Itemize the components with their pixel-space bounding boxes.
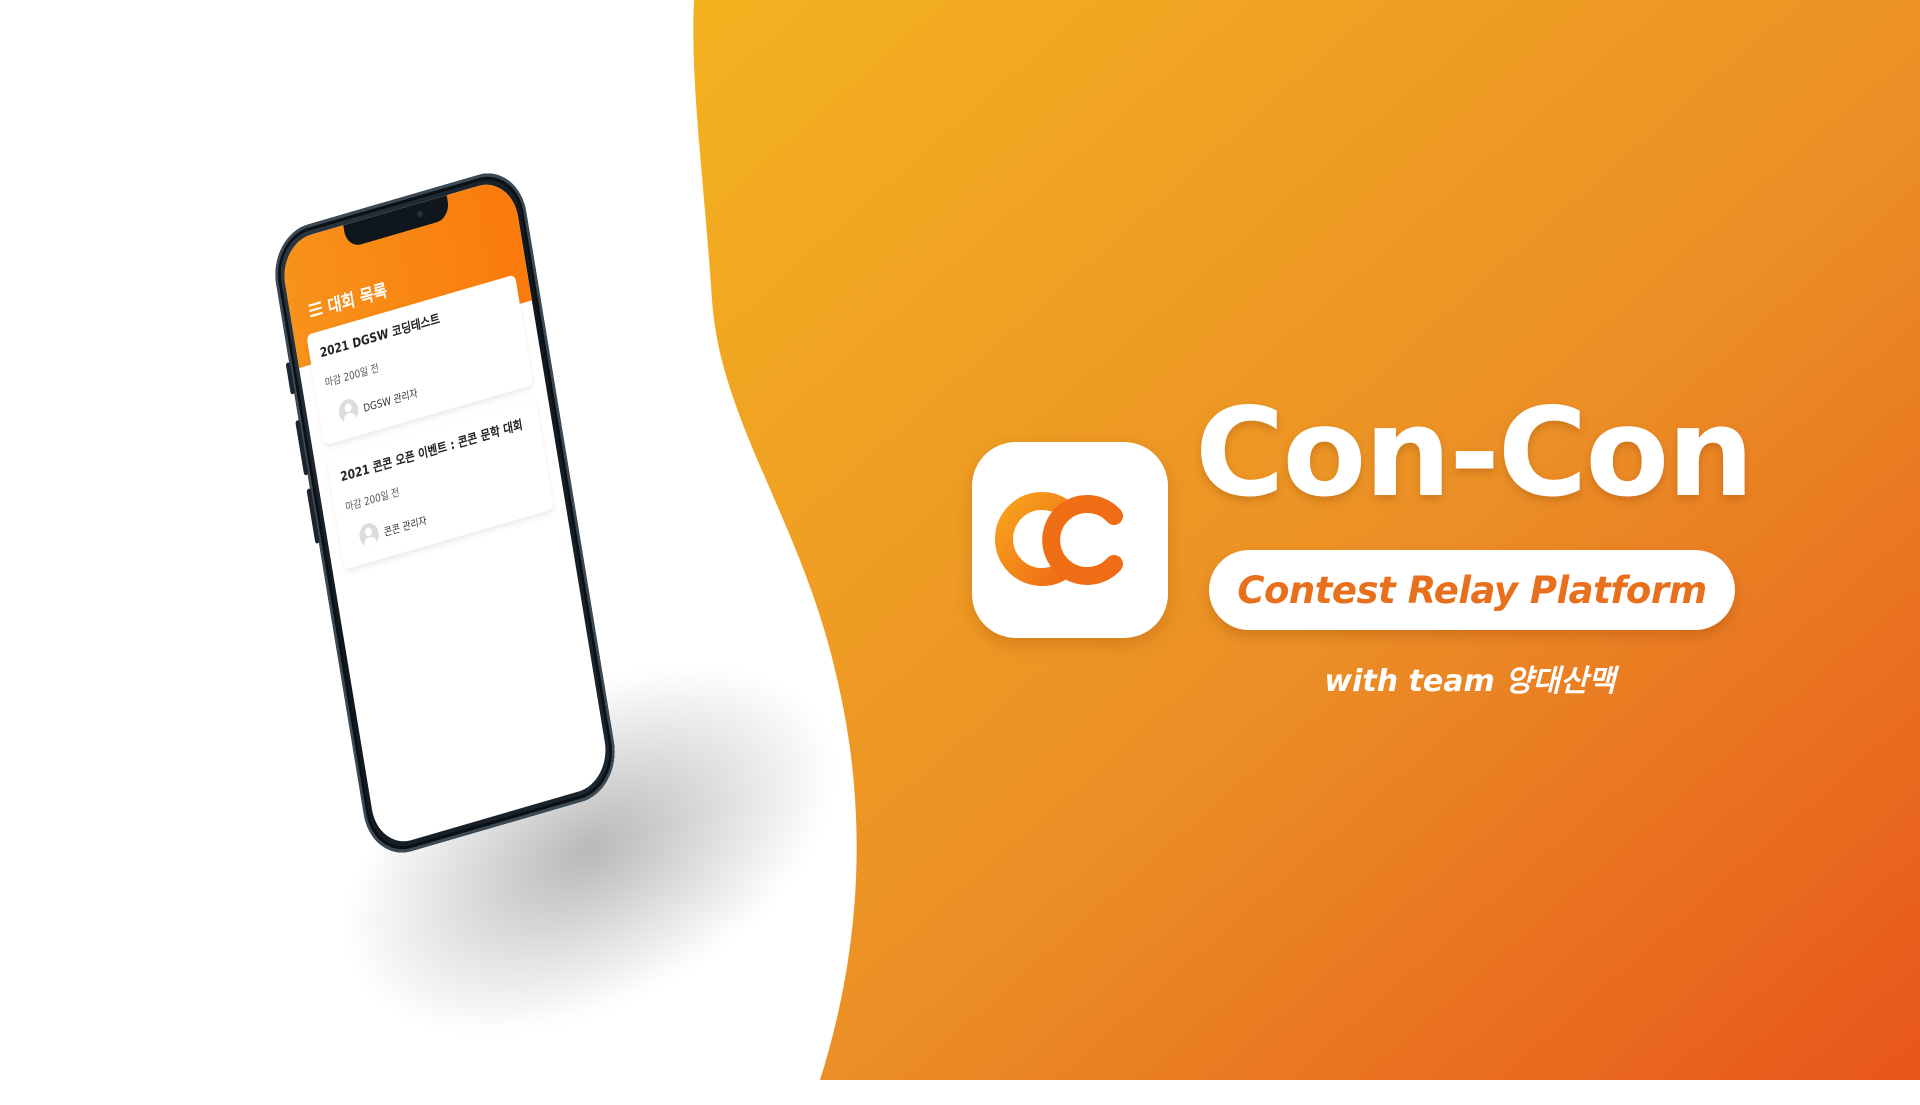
user-avatar-icon <box>337 396 361 426</box>
tagline-pill: Contest Relay Platform <box>1209 550 1735 630</box>
author-name: 콘콘 관리자 <box>383 514 428 539</box>
orange-wave-background <box>693 0 1920 1080</box>
front-camera-icon <box>416 210 424 218</box>
list-icon[interactable] <box>308 300 323 317</box>
brand-title: Con-Con <box>1195 382 1754 524</box>
team-credit: with team 양대산맥 <box>1324 664 1616 699</box>
promo-banner: 대회 목록 2021 DGSW 코딩테스트 마감 200일 전 DGSW 관리자… <box>0 0 1920 1105</box>
author-name: DGSW 관리자 <box>362 387 419 415</box>
user-avatar-icon <box>357 520 381 550</box>
app-logo-icon <box>972 442 1168 638</box>
concon-cc-logo-icon <box>995 492 1123 586</box>
contest-list-title: 대회 목록 <box>326 280 389 319</box>
tagline-text: Contest Relay Platform <box>1237 568 1707 612</box>
orange-wave-shape <box>693 0 1920 1080</box>
